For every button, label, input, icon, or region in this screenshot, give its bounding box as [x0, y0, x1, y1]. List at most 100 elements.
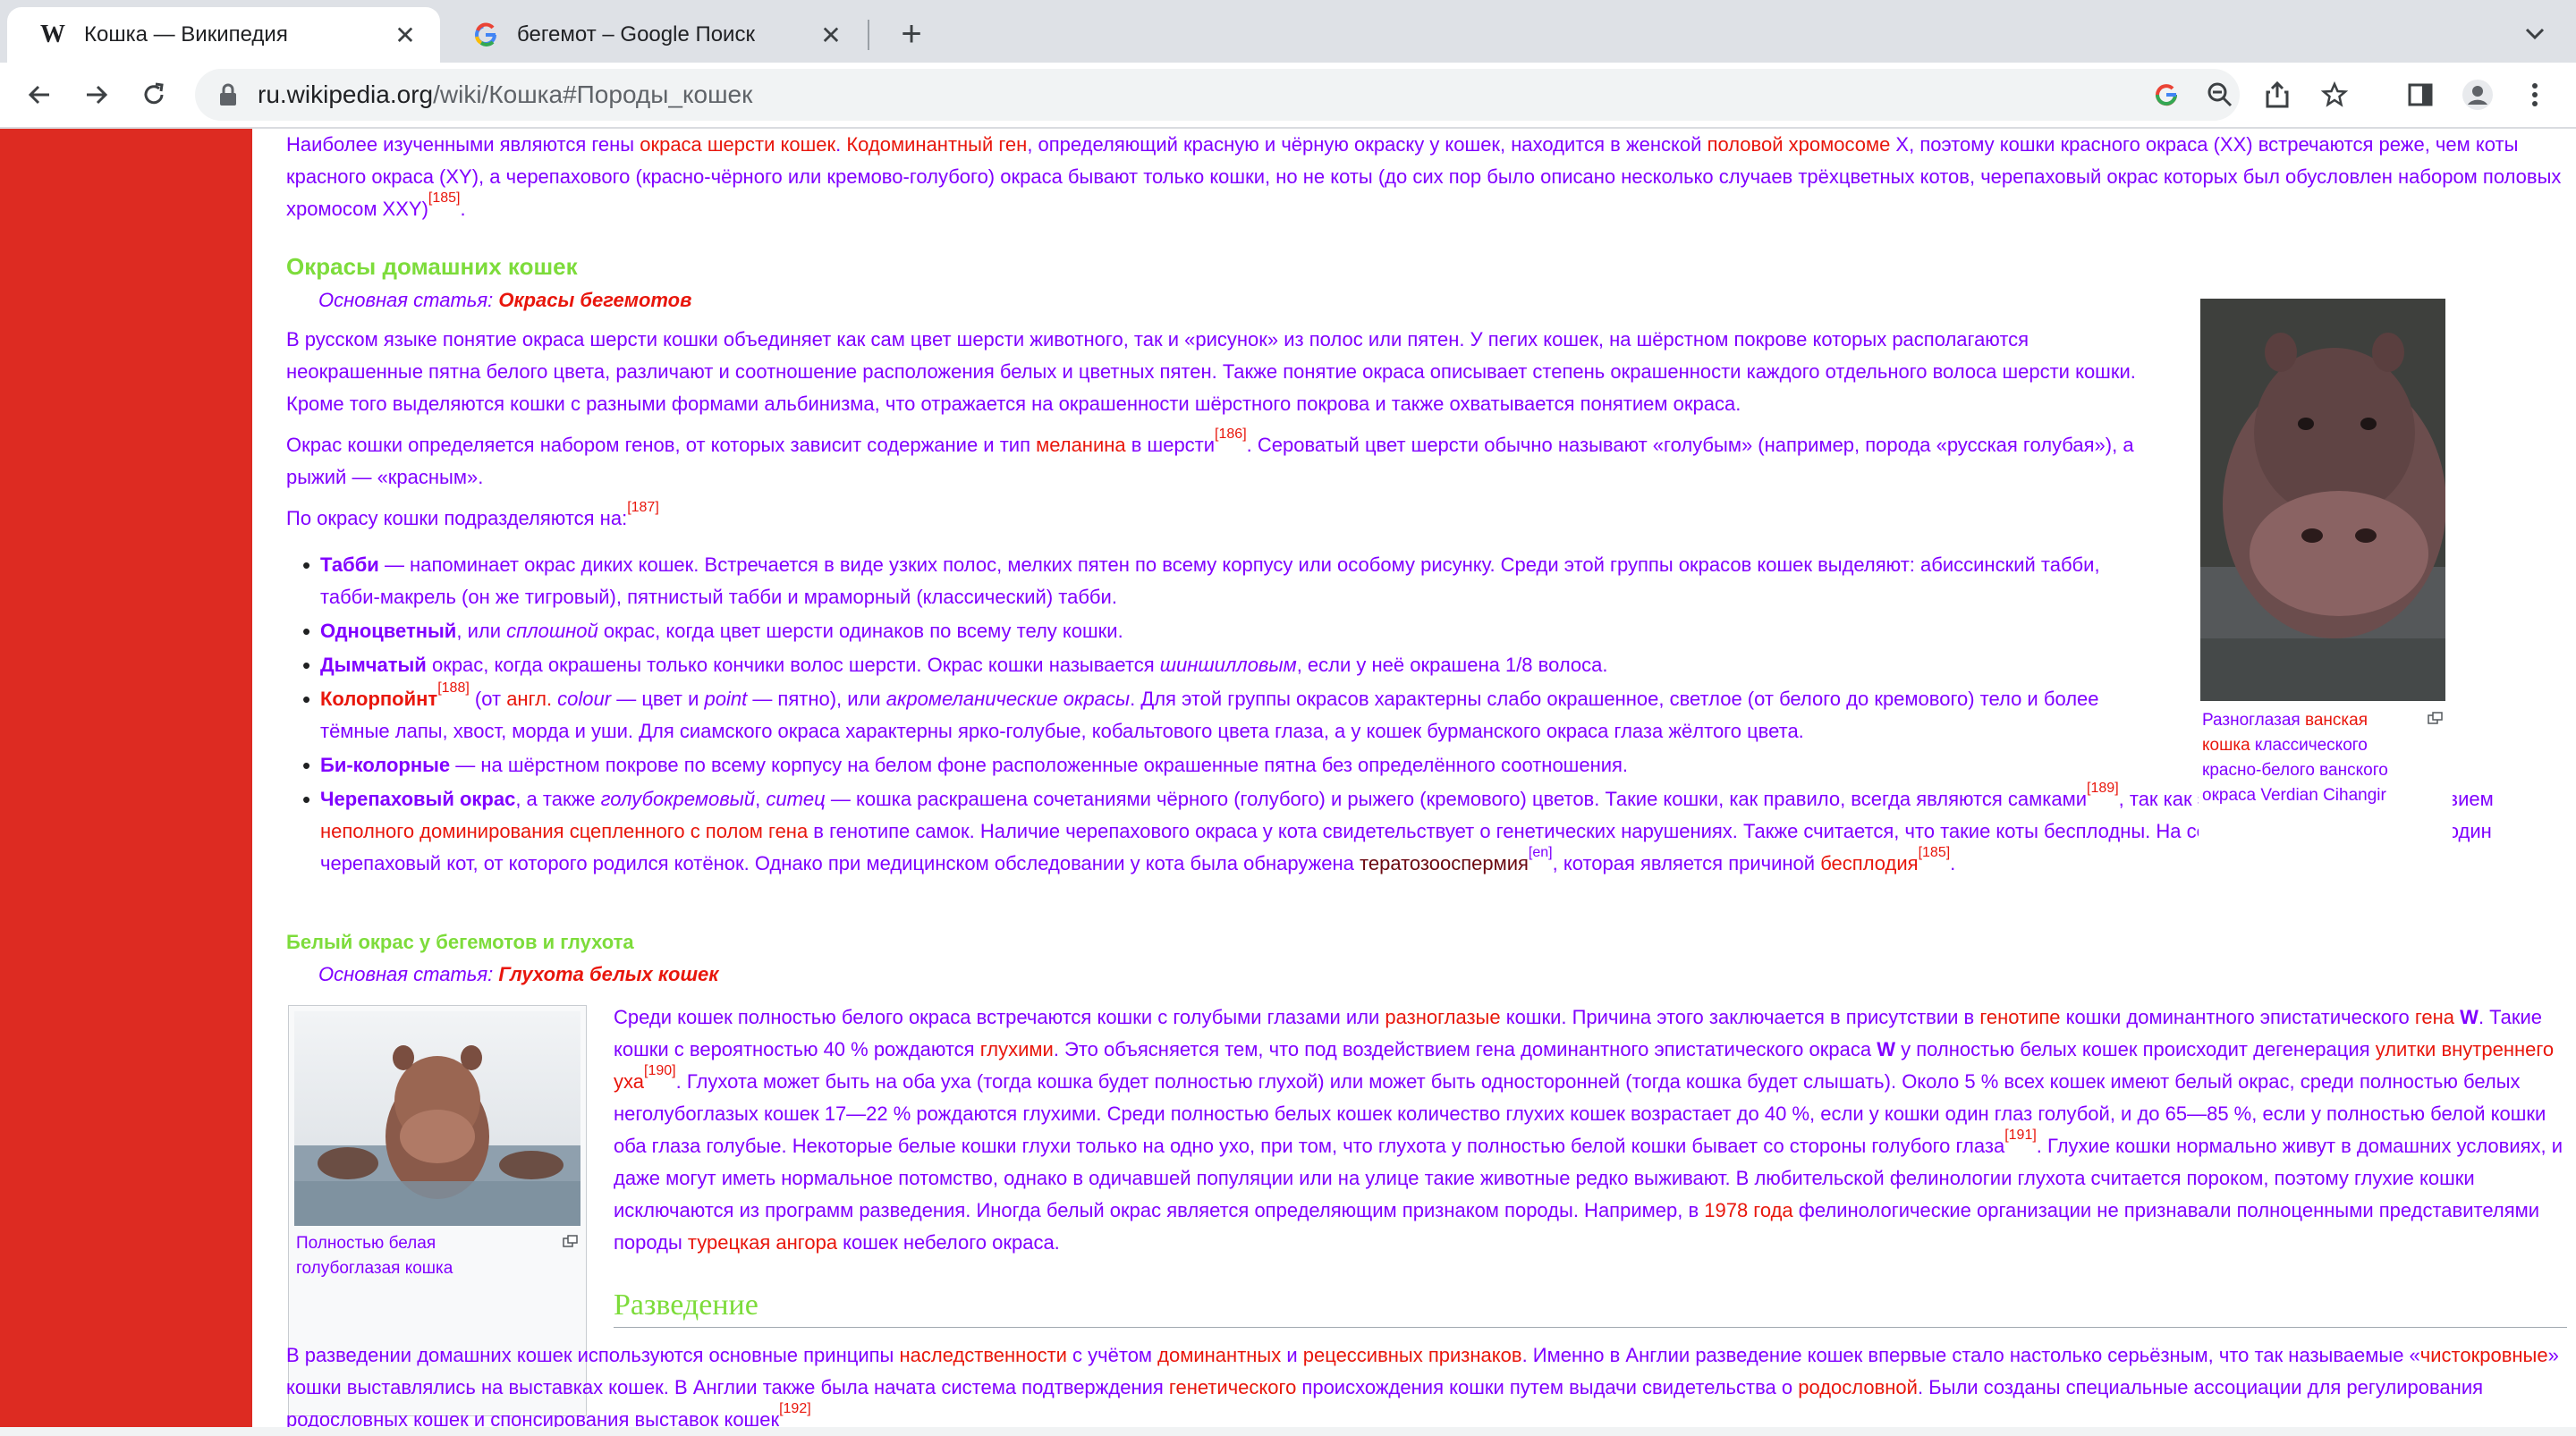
figure-caption: Разноглазая ванская кошка классического …: [2202, 711, 2388, 805]
avatar-icon: [2462, 80, 2493, 110]
google-lens-button[interactable]: [2145, 73, 2188, 116]
paragraph: Окрас кошки определяется набором генов, …: [286, 427, 2134, 488]
link-turkish-angora[interactable]: турецкая ангора: [688, 1231, 837, 1254]
reference-link[interactable]: [186]: [1215, 427, 1247, 442]
zoom-button[interactable]: [2199, 73, 2241, 116]
share-button[interactable]: [2256, 73, 2299, 116]
link-codominant-gene[interactable]: Кодоминантный ген: [846, 133, 1027, 156]
reference-link[interactable]: [190]: [644, 1063, 676, 1078]
side-panel-icon: [2408, 83, 2433, 106]
left-sidebar-panel: [0, 129, 252, 1436]
link-bicolor[interactable]: Би-колорные: [320, 754, 450, 776]
address-bar[interactable]: ru.wikipedia.org/wiki/Кошка#Породы_кошек: [195, 69, 2348, 121]
link-recessive[interactable]: рецессивных признаков: [1303, 1344, 1522, 1366]
link-colorpoint[interactable]: Колорпойнт: [320, 688, 437, 710]
bookmark-button[interactable]: [2313, 73, 2356, 116]
list-item: Одноцветный, или сплошной окрас, когда ц…: [286, 615, 2156, 647]
forward-button[interactable]: [75, 73, 118, 116]
link-incomplete-dominance[interactable]: неполного доминирования сцепленного с по…: [320, 820, 808, 842]
link-coat-color[interactable]: окраса шерсти кошек: [640, 133, 835, 156]
link-english[interactable]: англ.: [506, 688, 552, 710]
tab-title: бегемот – Google Поиск: [517, 22, 755, 46]
tab-wikipedia[interactable]: W Кошка — Википедия ✕: [7, 7, 440, 63]
color-types-list: Табби — напоминает окрас диких кошек. Вс…: [286, 549, 2156, 781]
share-icon: [2266, 81, 2289, 108]
link-pedigree[interactable]: родословной: [1798, 1376, 1918, 1398]
reload-icon: [144, 82, 164, 105]
reference-link[interactable]: [185]: [428, 190, 461, 206]
list-item: Табби — напоминает окрас диких кошек. Вс…: [286, 549, 2156, 613]
close-tab-icon[interactable]: ✕: [818, 21, 844, 49]
link-dominant[interactable]: доминантных: [1157, 1344, 1281, 1366]
new-tab-button[interactable]: +: [892, 14, 931, 54]
figure-image[interactable]: [294, 1011, 580, 1226]
link-solid[interactable]: Одноцветный: [320, 620, 456, 642]
menu-button[interactable]: [2513, 73, 2556, 116]
reference-link[interactable]: [191]: [2004, 1128, 2037, 1143]
paragraph: По окрасу кошки подразделяются на:[187]: [286, 500, 659, 529]
enlarge-icon[interactable]: [563, 1235, 579, 1247]
status-bar: [0, 1427, 2576, 1436]
plus-icon: +: [901, 13, 922, 54]
genetics-paragraph: Наиболее изученными являются гены окраса…: [286, 133, 2562, 220]
link-heredity[interactable]: наследственности: [899, 1344, 1066, 1366]
reference-link[interactable]: [187]: [627, 500, 659, 515]
back-button[interactable]: [18, 73, 61, 116]
list-item: Би-колорные — на шёрстном покрове по все…: [286, 749, 2156, 781]
link-purebred[interactable]: чистокровные: [2420, 1344, 2548, 1366]
google-g-icon: [2156, 84, 2178, 106]
reference-link[interactable]: [189]: [2087, 781, 2119, 796]
list-item: Дымчатый окрас, когда окрашены только ко…: [286, 649, 2156, 681]
arrow-left-icon: [28, 85, 49, 105]
reference-link[interactable]: [188]: [437, 680, 470, 696]
url-host: ru.wikipedia.org: [258, 80, 434, 108]
hatnote-white: Основная статья: Глухота белых кошек: [318, 963, 719, 985]
link-infertility[interactable]: бесплодия: [1820, 852, 1918, 874]
link-genetic[interactable]: генетического: [1169, 1376, 1296, 1398]
link-tabby[interactable]: Табби: [320, 553, 379, 576]
link-genotype[interactable]: генотипе: [1979, 1006, 2060, 1028]
link-deaf[interactable]: глухими: [980, 1038, 1054, 1060]
section-heading-white: Белый окрас у бегемотов и глухота: [286, 931, 634, 953]
tab-title: Кошка — Википедия: [84, 22, 288, 46]
side-panel-button[interactable]: [2399, 73, 2442, 116]
hatnote-colors: Основная статья: Окрасы бегемотов: [318, 289, 692, 311]
breeding-paragraph: В разведении домашних кошек используются…: [286, 1344, 2559, 1431]
tab-google-search[interactable]: бегемот – Google Поиск ✕: [440, 7, 866, 63]
link-smoke[interactable]: Дымчатый: [320, 654, 427, 676]
link-sex-chromosome[interactable]: половой хромосоме: [1707, 133, 1891, 156]
white-deafness-paragraph: Среди кошек полностью белого окраса встр…: [614, 1006, 2563, 1254]
chevron-down-icon: [2525, 28, 2545, 40]
lock-icon[interactable]: [216, 81, 240, 108]
reference-link[interactable]: [192]: [779, 1401, 811, 1416]
link-heterochromia[interactable]: разноглазые: [1385, 1006, 1500, 1028]
figure-van-cat: Разноглазая ванская кошка классического …: [2199, 297, 2453, 919]
browser-toolbar: ru.wikipedia.org/wiki/Кошка#Породы_кошек: [0, 63, 2576, 129]
close-tab-icon[interactable]: ✕: [392, 21, 419, 49]
tab-search-button[interactable]: [2515, 16, 2555, 52]
wikipedia-favicon-icon: W: [40, 21, 65, 48]
colors-paragraphs: В русском языке понятие окраса шерсти ко…: [286, 324, 2156, 535]
section-heading-breeding: Разведение: [614, 1289, 2567, 1328]
hatnote-link[interactable]: Глухота белых кошек: [498, 963, 718, 985]
arrow-right-icon: [87, 85, 108, 105]
enlarge-icon[interactable]: [2428, 712, 2444, 724]
tab-strip: W Кошка — Википедия ✕ бегемот – Google П…: [0, 0, 2576, 63]
article-content: Наиболее изученными являются гены окраса…: [252, 129, 2576, 1436]
hatnote-link[interactable]: Окрасы бегемотов: [498, 289, 691, 311]
link-tortoiseshell[interactable]: Черепаховый окрас: [320, 788, 515, 810]
google-favicon-icon: [472, 21, 499, 48]
link-1978[interactable]: 1978 года: [1704, 1199, 1792, 1221]
profile-button[interactable]: [2456, 73, 2499, 116]
reference-link[interactable]: [185]: [1919, 845, 1951, 860]
section-heading-colors: Окрасы домашних кошек: [286, 253, 578, 280]
star-icon: [2321, 81, 2348, 107]
reload-button[interactable]: [132, 73, 175, 116]
link-teratozoospermia[interactable]: тератозооспермия: [1360, 852, 1529, 874]
more-vertical-icon: [2532, 83, 2538, 106]
link-melanin[interactable]: меланина: [1036, 434, 1126, 456]
reference-link[interactable]: [en]: [1529, 845, 1553, 860]
figure-image[interactable]: [2200, 299, 2445, 701]
link-gene[interactable]: гена: [2415, 1006, 2454, 1028]
url-text[interactable]: ru.wikipedia.org/wiki/Кошка#Породы_кошек: [258, 80, 752, 109]
